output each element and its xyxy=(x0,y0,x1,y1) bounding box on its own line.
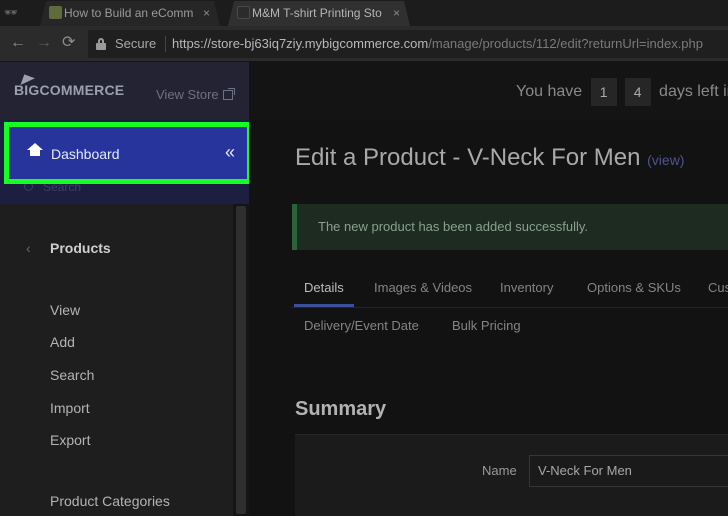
summary-panel: Name V-Neck For Men xyxy=(295,434,728,516)
bigcommerce-logo[interactable]: BIGCOMMERCE xyxy=(14,82,124,98)
browser-tab-bar: 🕶 How to Build an eComm × M&M T-shirt Pr… xyxy=(0,0,728,26)
url-text[interactable]: https://store-bj63iq7ziy.mybigcommerce.c… xyxy=(172,36,703,51)
external-link-icon xyxy=(222,88,235,100)
back-arrow-icon[interactable]: ← xyxy=(10,34,26,52)
tab-details[interactable]: Details xyxy=(304,280,344,295)
tab-inventory[interactable]: Inventory xyxy=(500,280,553,295)
sidebar-item-label: Dashboard xyxy=(51,146,120,162)
trial-banner: You have 14 days left in xyxy=(516,78,728,106)
address-divider xyxy=(165,36,166,52)
url-path: /manage/products/112/edit?returnUrl=inde… xyxy=(428,36,703,51)
tab-custom-fields[interactable]: Cus xyxy=(708,280,728,295)
sidebar-section-products[interactable]: Products xyxy=(50,240,111,256)
page: 🕶 How to Build an eComm × M&M T-shirt Pr… xyxy=(0,0,728,516)
tab-options-skus[interactable]: Options & SKUs xyxy=(587,280,681,295)
browser-tab-1[interactable]: How to Build an eComm × xyxy=(40,1,220,26)
browser-tab-title: How to Build an eComm xyxy=(64,6,194,20)
name-label: Name xyxy=(482,463,517,478)
lock-icon xyxy=(96,38,106,50)
summary-heading: Summary xyxy=(295,398,387,420)
view-product-link[interactable]: (view) xyxy=(647,152,684,168)
tab-delivery-event-date[interactable]: Delivery/Event Date xyxy=(304,318,419,333)
browser-tab-2[interactable]: M&M T-shirt Printing Sto × xyxy=(228,1,410,26)
logo-commerce: COMMERCE xyxy=(39,82,125,98)
sidebar-item-product-categories[interactable]: Product Categories xyxy=(50,493,170,509)
forward-arrow-icon[interactable]: → xyxy=(36,34,52,52)
brand-bar: BIGCOMMERCE View Store xyxy=(0,62,249,120)
close-icon[interactable]: × xyxy=(203,1,210,25)
browser-tab-title: M&M T-shirt Printing Sto xyxy=(252,6,382,20)
view-store-link[interactable]: View Store xyxy=(156,87,235,102)
sidebar-item-import[interactable]: Import xyxy=(50,400,90,416)
top-header: You have 14 days left in xyxy=(249,62,728,120)
days-left-digit: 1 xyxy=(590,78,617,106)
collapse-sidebar-icon[interactable]: « xyxy=(225,142,235,163)
sidebar-item-view[interactable]: View xyxy=(50,302,80,318)
tabs-divider xyxy=(292,307,728,308)
tab-favicon-icon xyxy=(237,6,250,19)
chevron-left-icon[interactable]: ‹ xyxy=(26,240,31,256)
browser-toolbar: ← → ⟳ Secure https://store-bj63iq7ziy.my… xyxy=(0,26,728,62)
product-name-input[interactable]: V-Neck For Men xyxy=(529,455,728,487)
tab-bulk-pricing[interactable]: Bulk Pricing xyxy=(452,318,521,333)
url-host: https://store-bj63iq7ziy.mybigcommerce.c… xyxy=(172,36,429,51)
secure-label: Secure xyxy=(115,36,157,51)
page-title: Edit a Product - V-Neck For Men (view) xyxy=(295,144,684,172)
address-bar[interactable]: Secure https://store-bj63iq7ziy.mybigcom… xyxy=(88,30,728,58)
sidebar-scrollbar[interactable] xyxy=(233,204,249,516)
days-left-digit: 4 xyxy=(624,78,651,106)
success-alert-text: The new product has been added successfu… xyxy=(318,219,589,234)
product-tabs: Details Images & Videos Inventory Option… xyxy=(292,270,728,307)
trial-prefix: You have xyxy=(516,83,583,101)
home-icon xyxy=(27,143,43,162)
tab-favicon-icon xyxy=(49,6,62,19)
sidebar-item-search[interactable]: Search xyxy=(50,367,94,383)
sidebar-item-dashboard[interactable]: Dashboard « xyxy=(4,122,252,184)
incognito-icon: 🕶 xyxy=(4,7,18,19)
success-alert: The new product has been added successfu… xyxy=(292,204,728,250)
trial-suffix: days left in xyxy=(659,83,728,101)
reload-icon[interactable]: ⟳ xyxy=(62,34,75,52)
scrollbar-thumb[interactable] xyxy=(236,206,246,514)
logo-big: BIG xyxy=(14,82,40,98)
sidebar-item-export[interactable]: Export xyxy=(50,432,90,448)
main-content: Edit a Product - V-Neck For Men (view) T… xyxy=(249,120,728,516)
sidebar: BIGCOMMERCE View Store Search Dashboard … xyxy=(0,62,252,516)
tab-images-videos[interactable]: Images & Videos xyxy=(374,280,472,295)
page-title-text: Edit a Product - V-Neck For Men xyxy=(295,144,641,171)
close-icon[interactable]: × xyxy=(393,1,400,25)
view-store-label: View Store xyxy=(156,87,219,102)
sidebar-item-add[interactable]: Add xyxy=(50,334,75,350)
